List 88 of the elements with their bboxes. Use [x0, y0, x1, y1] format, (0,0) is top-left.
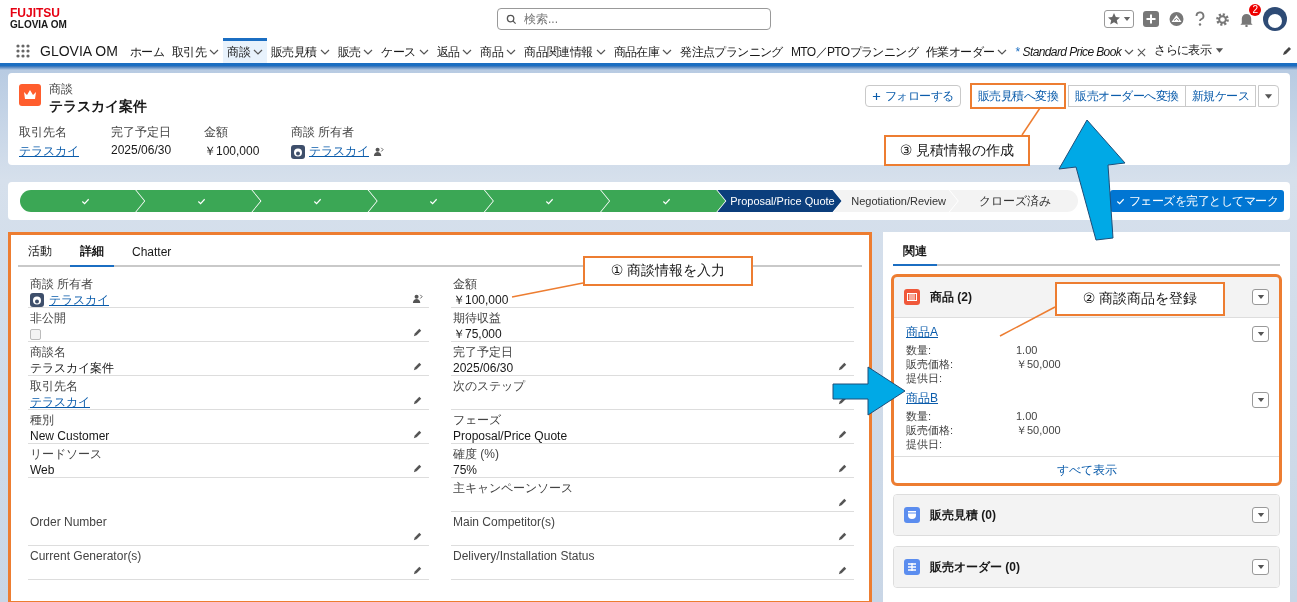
record-title: テラスカイ案件	[49, 98, 147, 116]
field-value: 2025/06/30	[111, 143, 172, 157]
callout-box: ① 商談情報を入力	[583, 256, 753, 286]
tab[interactable]: 関連	[893, 238, 937, 266]
field-label: フェーズ	[453, 413, 501, 427]
nav-tab[interactable]: 商談	[223, 38, 268, 63]
owner-link[interactable]: テラスカイ	[49, 293, 109, 307]
field-label: 主キャンペーンソース	[453, 481, 573, 495]
field-value: ￥50,000	[1016, 357, 1061, 371]
field-label: 完了予定日	[453, 345, 513, 359]
field-label: 数量:	[906, 343, 933, 357]
field-label: Delivery/Installation Status	[453, 549, 595, 563]
nav-tab[interactable]: 商品	[476, 38, 521, 63]
field-label: 確度 (%)	[453, 447, 499, 461]
field-value: ￥75,000	[453, 327, 502, 341]
more-menu[interactable]: さらに表示	[1150, 38, 1229, 63]
tab[interactable]: Chatter	[122, 238, 182, 267]
path-step[interactable]: クローズ済み	[949, 190, 1078, 212]
nav-tab[interactable]: 販売	[333, 38, 378, 63]
field-value: 1.00	[1016, 409, 1038, 423]
action-button[interactable]: 販売オーダーへ変換	[1068, 85, 1186, 107]
product-link[interactable]: 商品A	[906, 324, 938, 341]
nav-tab[interactable]: * Standard Price Book	[1011, 38, 1151, 63]
field-value: 1.00	[1016, 343, 1038, 357]
nav-tab[interactable]: 販売見積	[267, 38, 334, 63]
field-label: 期待収益	[453, 311, 501, 325]
callout-box: ② 商談商品を登録	[1055, 282, 1225, 316]
nav-tab[interactable]: ケース	[377, 38, 433, 63]
app-name: GLOVIA OM	[40, 41, 118, 61]
field-value: テラスカイ案件	[30, 361, 114, 375]
field-value: Web	[30, 463, 55, 477]
field-value: ￥50,000	[1016, 423, 1061, 437]
field-value: ￥100,000	[453, 293, 509, 307]
nav-tab[interactable]: 取引先	[168, 38, 224, 63]
related-list-title[interactable]: 販売見積 (0)	[930, 506, 996, 524]
product-link[interactable]: 商品B	[906, 390, 938, 407]
nav-tab[interactable]: MTO／PTOプランニング	[786, 38, 922, 63]
owner-link[interactable]: テラスカイ	[309, 143, 369, 160]
object-label: 商談	[49, 81, 74, 98]
tab[interactable]: 活動	[18, 238, 62, 267]
action-button[interactable]: 販売見積へ変換	[969, 83, 1066, 109]
action-button[interactable]: 新規ケース	[1184, 85, 1256, 107]
field-value: 75%	[453, 463, 478, 477]
tab[interactable]: 詳細	[70, 238, 114, 267]
field-label: Current Generator(s)	[30, 549, 142, 563]
path-step[interactable]: Negotiation/Review	[833, 190, 958, 212]
field-label: リードソース	[30, 447, 102, 461]
field-label: 非公開	[30, 311, 66, 325]
view-all-link[interactable]: すべて表示	[1056, 461, 1117, 479]
mark-complete-button[interactable]: フェーズを完了としてマーク	[1109, 190, 1284, 212]
product-name: GLOVIA OM	[10, 20, 67, 31]
field-label: 数量:	[906, 409, 933, 423]
field-label: 販売価格:	[906, 357, 955, 371]
nav-tab[interactable]: 返品	[432, 38, 477, 63]
search-field[interactable]: 検索...	[497, 8, 771, 30]
field-label: 商談 所有者	[30, 277, 94, 291]
field-label: 提供日:	[906, 371, 944, 385]
field-label: Main Competitor(s)	[453, 515, 556, 529]
path-step[interactable]: Proposal/Price Quote	[717, 190, 842, 212]
nav-tab[interactable]: 商品在庫	[609, 38, 677, 63]
field-label: 金額	[453, 277, 477, 291]
nav-tab[interactable]: 発注点プランニング	[676, 38, 787, 63]
field-label: 提供日:	[906, 437, 944, 451]
field-value: Proposal/Price Quote	[453, 429, 568, 443]
follow-button[interactable]: フォローする	[864, 85, 961, 107]
field-value: ￥100,000	[204, 143, 260, 160]
nav-tab[interactable]: ホーム	[125, 38, 168, 63]
field-label: 取引先名	[19, 124, 67, 141]
field-value: New Customer	[30, 429, 110, 443]
related-list-title[interactable]: 商品 (2)	[930, 288, 972, 306]
field-link[interactable]: テラスカイ	[30, 395, 90, 409]
notification-badge: 2	[1249, 3, 1261, 16]
nav-tab[interactable]: 商品関連情報	[520, 38, 610, 63]
field-label: Order Number	[30, 515, 107, 529]
field-label: 販売価格:	[906, 423, 955, 437]
field-label: 金額	[204, 124, 228, 141]
field-label: 商談 所有者	[291, 124, 355, 141]
field-label: 商談名	[30, 345, 66, 359]
field-label: 次のステップ	[453, 379, 525, 393]
field-value: 2025/06/30	[453, 361, 514, 375]
field-label: 完了予定日	[111, 124, 171, 141]
field-link[interactable]: テラスカイ	[19, 143, 79, 160]
field-label: 種別	[30, 413, 54, 427]
brand-logo: FUJITSU	[10, 7, 60, 21]
nav-tab[interactable]: 作業オーダー	[922, 38, 1012, 63]
related-list-title[interactable]: 販売オーダー (0)	[930, 558, 1020, 576]
field-label: 取引先名	[30, 379, 78, 393]
callout-box: ③ 見積情報の作成	[884, 135, 1030, 166]
